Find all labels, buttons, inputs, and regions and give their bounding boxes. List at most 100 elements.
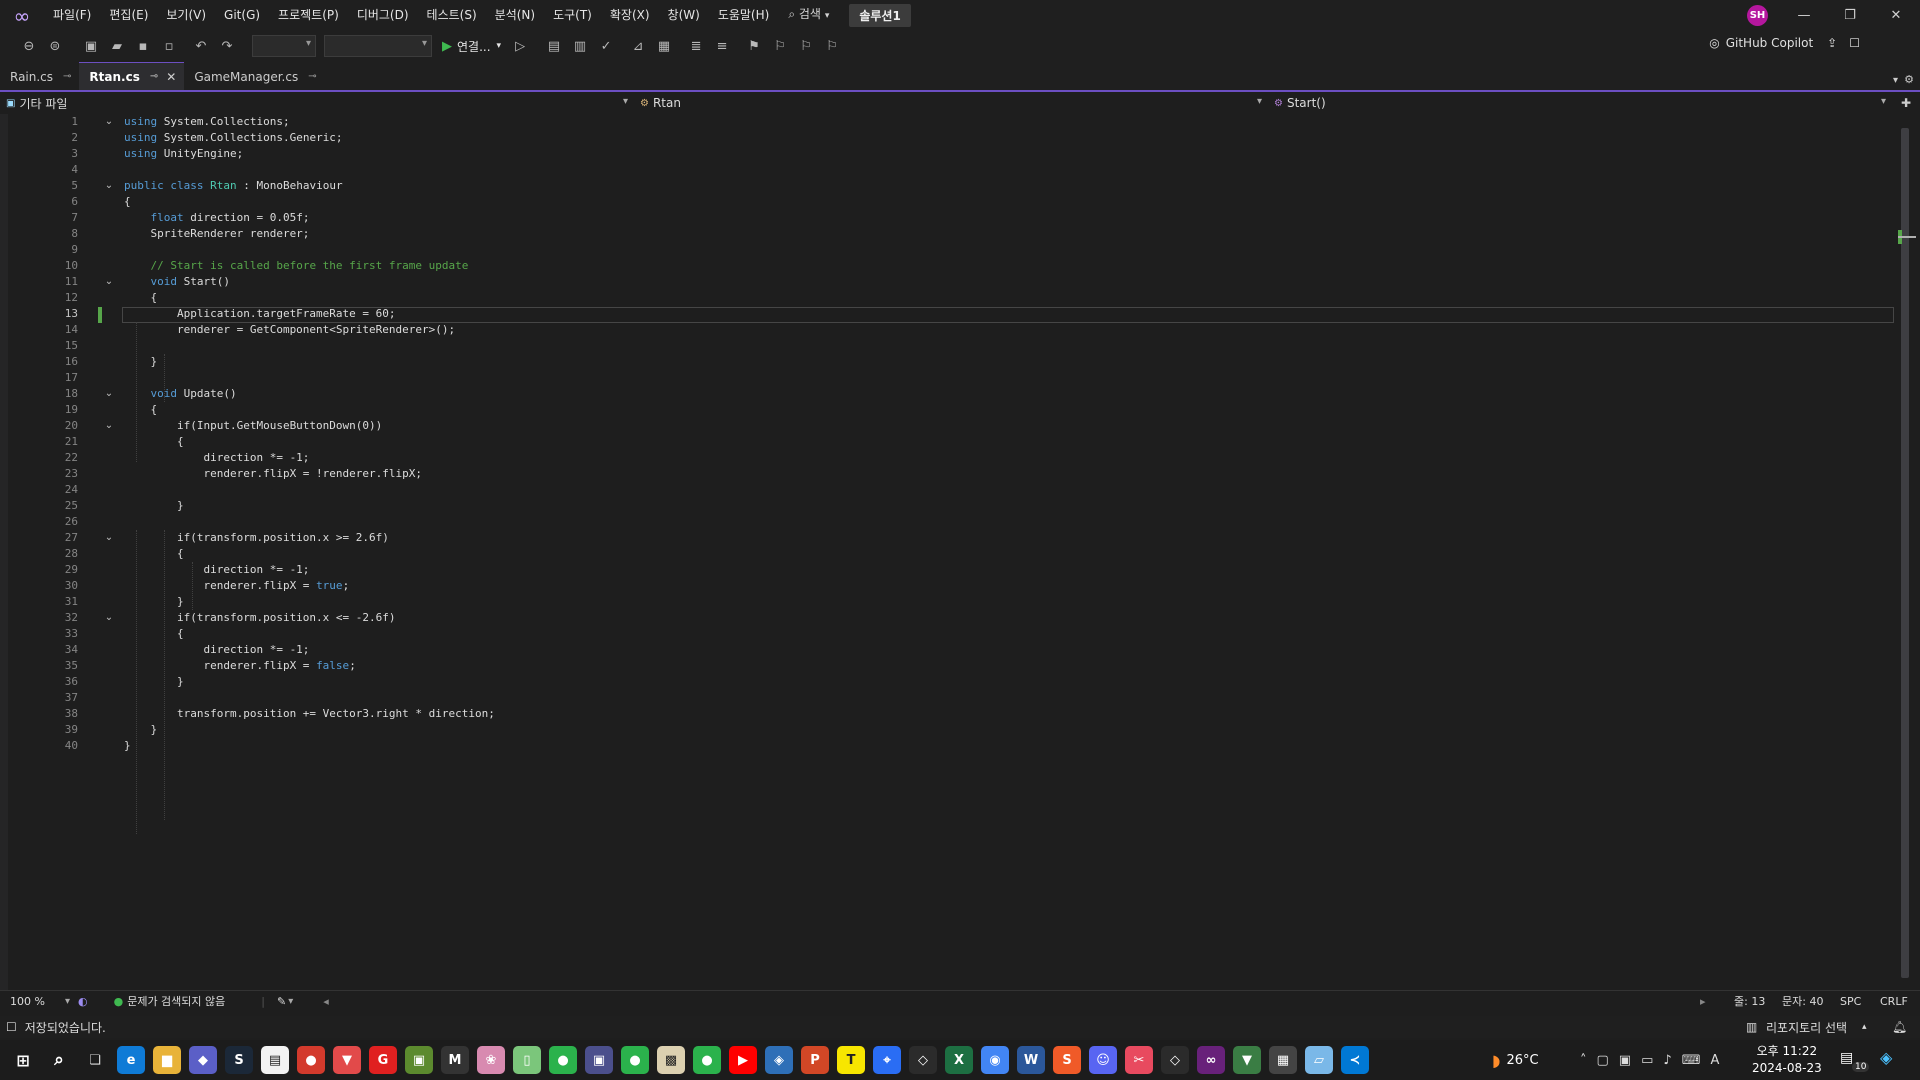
comment-icon[interactable]: ≣ [685, 35, 707, 57]
search-icon[interactable]: ⌕ [44, 1045, 74, 1075]
code-line[interactable] [124, 482, 495, 498]
chrome-icon[interactable]: ◉ [981, 1046, 1009, 1074]
solution-name-badge[interactable]: 솔루션1 [849, 4, 911, 27]
menu-item[interactable]: 창(W) [659, 0, 709, 31]
code-line[interactable]: renderer = GetComponent<SpriteRenderer>(… [124, 322, 495, 338]
vscode-icon[interactable]: ≺ [1341, 1046, 1369, 1074]
code-line[interactable]: } [124, 498, 495, 514]
fold-toggle-icon[interactable]: ⌄ [104, 533, 114, 543]
gloss-icon[interactable]: G [369, 1046, 397, 1074]
tab-rtan-cs[interactable]: Rtan.cs ⊸ ✕ [79, 62, 185, 90]
keyboard-icon[interactable]: ⌨ [1682, 1053, 1701, 1068]
snip-icon[interactable]: ✂ [1125, 1046, 1153, 1074]
windows-start-icon[interactable]: ⊞ [8, 1045, 38, 1075]
weather-widget[interactable]: ◗ 26°C [1492, 1051, 1539, 1070]
terminal-icon[interactable]: ▣ [585, 1046, 613, 1074]
fold-toggle-icon[interactable]: ⌄ [104, 277, 114, 287]
back-icon[interactable]: ⊖ [18, 35, 40, 57]
columns-icon[interactable]: ▦ [653, 35, 675, 57]
zoom-level[interactable]: 100 % [10, 995, 45, 1008]
pin-icon[interactable]: ⊸ [150, 71, 158, 82]
run-without-debug-icon[interactable]: ▷ [509, 35, 531, 57]
code-line[interactable] [124, 690, 495, 706]
ime-indicator[interactable]: A [1710, 1053, 1719, 1068]
code-line[interactable]: float direction = 0.05f; [124, 210, 495, 226]
next-bookmark-icon[interactable]: ⚐ [795, 35, 817, 57]
redo-icon[interactable]: ↷ [216, 35, 238, 57]
run-button[interactable]: ▶ 연결... ▾ [436, 38, 507, 55]
bookmark-icon[interactable]: ⚑ [743, 35, 765, 57]
menu-item[interactable]: 테스트(S) [418, 0, 486, 31]
menu-item[interactable]: 도구(T) [544, 0, 601, 31]
chevron-down-icon[interactable]: ▾ [288, 996, 293, 1007]
code-line[interactable]: renderer.flipX = !renderer.flipX; [124, 466, 495, 482]
code-line[interactable]: if(transform.position.x <= -2.6f) [124, 610, 495, 626]
code-line[interactable]: } [124, 354, 495, 370]
code-line[interactable] [124, 162, 495, 178]
visual-studio-logo-icon[interactable]: ∞ [0, 0, 44, 31]
code-line[interactable] [124, 242, 495, 258]
code-line[interactable]: SpriteRenderer renderer; [124, 226, 495, 242]
code-line[interactable]: using System.Collections.Generic; [124, 130, 495, 146]
menu-item[interactable]: 도움말(H) [709, 0, 779, 31]
refactor-icon[interactable]: ◐ [78, 995, 88, 1008]
code-line[interactable]: } [124, 722, 495, 738]
line2-icon[interactable]: ● [621, 1046, 649, 1074]
split-editor-icon[interactable]: ✚ [1892, 96, 1920, 110]
platform-combo[interactable] [324, 35, 432, 57]
line-ending-indicator[interactable]: CRLF [1880, 995, 1908, 1008]
menu-item[interactable]: 분석(N) [486, 0, 544, 31]
scrollbar-thumb[interactable] [1901, 128, 1909, 978]
menu-item[interactable]: 프로젝트(P) [269, 0, 348, 31]
menu-item[interactable]: 편집(E) [100, 0, 157, 31]
line-indicator[interactable]: 줄: 13 [1734, 993, 1765, 1009]
search-button[interactable]: ⌕ 검색 ▾ [778, 0, 839, 32]
chevron-down-icon[interactable]: ▾ [65, 996, 70, 1007]
network-icon[interactable]: ▭ [1641, 1053, 1653, 1068]
save-icon[interactable]: ▪ [132, 35, 154, 57]
code-line[interactable]: using System.Collections; [124, 114, 495, 130]
code-editor[interactable]: 1 2 3 4 5 6 7 8 9 10 11 12 13 14 15 16 17 18 19 20 21 22 23 24 2… [0, 114, 1920, 990]
tray-app-icon[interactable]: ▢ [1597, 1053, 1609, 1068]
youtube-icon[interactable]: ▶ [729, 1046, 757, 1074]
clear-bookmark-icon[interactable]: ⚐ [821, 35, 843, 57]
open-folder-icon[interactable]: ▰ [106, 35, 128, 57]
paint-icon[interactable]: ▱ [1305, 1046, 1333, 1074]
uncomment-icon[interactable]: ≡ [711, 35, 733, 57]
whitespace-indicator[interactable]: SPC [1840, 995, 1861, 1008]
member-combo[interactable]: ⚙ Start() ▾ [1268, 93, 1892, 113]
save-all-icon[interactable]: ▫ [158, 35, 180, 57]
output-icon[interactable]: ☐ [6, 1020, 17, 1034]
pin-icon[interactable]: ⊸ [308, 71, 316, 82]
code-line[interactable]: transform.position += Vector3.right * di… [124, 706, 495, 722]
fold-toggle-icon[interactable]: ⌄ [104, 421, 114, 431]
notepad-icon[interactable]: ▯ [513, 1046, 541, 1074]
tab-gamemanager-cs[interactable]: GameManager.cs ⊸ [184, 63, 324, 90]
clock[interactable]: 오후 11:22 2024-08-23 [1752, 1043, 1822, 1077]
code-text[interactable]: using System.Collections; using System.Co… [124, 114, 495, 754]
tray-app2-icon[interactable]: ▣ [1619, 1053, 1631, 1068]
maps-icon[interactable]: ⌖ [873, 1046, 901, 1074]
settings-gear-icon[interactable]: ⚙ [1904, 73, 1914, 86]
tab-rain-cs[interactable]: Rain.cs ⊸ [0, 63, 79, 90]
notification-bell-icon[interactable]: 🔔︎ [1892, 1020, 1907, 1034]
code-line[interactable]: { [124, 290, 495, 306]
code-line[interactable] [124, 370, 495, 386]
code-line[interactable]: direction *= -1; [124, 562, 495, 578]
menu-item[interactable]: 보기(V) [157, 0, 215, 31]
code-line[interactable]: public class Rtan : MonoBehaviour [124, 178, 495, 194]
powerpoint-icon[interactable]: P [801, 1046, 829, 1074]
notification-center-icon[interactable]: ▤ [1840, 1050, 1853, 1066]
volume-icon[interactable]: ♪ [1663, 1053, 1671, 1068]
fold-toggle-icon[interactable]: ⌄ [104, 117, 114, 127]
forward-icon[interactable]: ⊜ [44, 35, 66, 57]
code-line[interactable]: renderer.flipX = true; [124, 578, 495, 594]
chevron-up-icon[interactable]: ˄ [1580, 1053, 1587, 1068]
vertical-scrollbar[interactable] [1898, 114, 1916, 990]
code-line[interactable] [124, 338, 495, 354]
code-line[interactable]: Application.targetFrameRate = 60; [124, 306, 495, 322]
undo-icon[interactable]: ↶ [190, 35, 212, 57]
share-icon[interactable]: ⇪ [1827, 36, 1837, 50]
discord-icon[interactable]: ☺ [1089, 1046, 1117, 1074]
spell-check-icon[interactable]: ✓ [595, 35, 617, 57]
